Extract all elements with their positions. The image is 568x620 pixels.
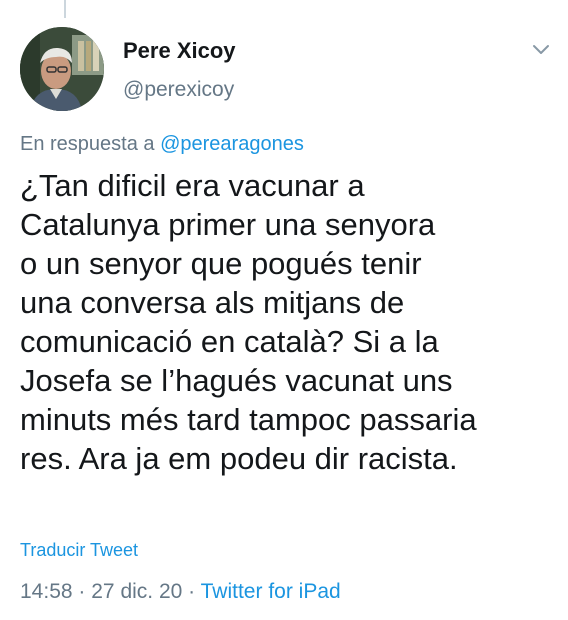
avatar[interactable]	[20, 27, 104, 111]
tweet-line: ¿Tan dificil era vacunar a	[20, 168, 365, 203]
meta-separator: ·	[78, 580, 86, 603]
tweet-line: Josefa se l’hagués vacunat uns	[20, 363, 453, 398]
tweet-time[interactable]: 14:58	[20, 580, 73, 603]
tweet-text: ¿Tan dificil era vacunar a Catalunya pri…	[20, 166, 560, 478]
tweet-line: una conversa als mitjans de	[20, 285, 405, 320]
tweet-line: comunicació en català? Si a la	[20, 324, 439, 359]
tweet-line: minuts més tard tampoc passaria	[20, 402, 477, 437]
user-handle[interactable]: @perexicoy	[123, 78, 234, 102]
thread-connector-line	[64, 0, 66, 18]
reply-mention-link[interactable]: @perearagones	[160, 133, 304, 155]
chevron-down-icon[interactable]	[530, 38, 552, 60]
tweet-metadata: 14:58 · 27 dic. 20 · Twitter for iPad	[20, 580, 341, 604]
reply-context: En respuesta a @perearagones	[20, 133, 304, 156]
tweet-line: Catalunya primer una senyora	[20, 207, 436, 242]
tweet-date[interactable]: 27 dic. 20	[91, 580, 182, 603]
meta-separator: ·	[188, 580, 196, 603]
tweet-source-link[interactable]: Twitter for iPad	[201, 580, 341, 603]
tweet-line: res. Ara ja em podeu dir racista.	[20, 441, 458, 476]
display-name[interactable]: Pere Xicoy	[123, 38, 236, 64]
tweet-line: o un senyor que pogués tenir	[20, 246, 422, 281]
reply-prefix: En respuesta a	[20, 133, 155, 155]
profile-photo-icon	[20, 27, 104, 111]
translate-tweet-link[interactable]: Traducir Tweet	[20, 540, 138, 561]
